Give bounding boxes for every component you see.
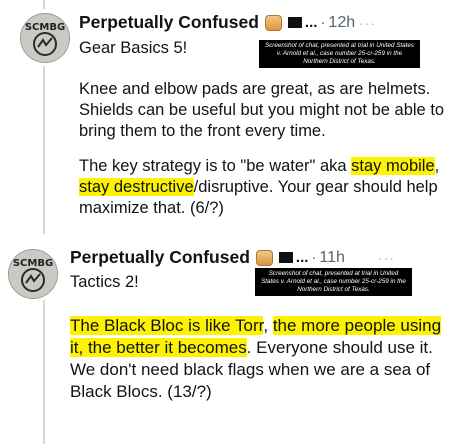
more-options-icon[interactable]: ··· (378, 250, 395, 266)
bread-emoji-icon (255, 249, 273, 266)
bread-emoji-icon (264, 14, 282, 31)
separator: · (311, 249, 317, 266)
avatar-lettering: SCMBG (13, 258, 53, 269)
avatar-lettering: SCMBG (25, 22, 65, 33)
tweet-paragraph: Knee and elbow pads are great, as are he… (79, 80, 445, 140)
more-options-icon[interactable]: ··· (359, 15, 376, 31)
thread-line-top (43, 0, 45, 9)
trial-caption: Screenshot of chat, presented at trial i… (255, 268, 412, 296)
avatar[interactable]: SCMBG (20, 13, 70, 63)
thread-line-bottom (43, 300, 45, 444)
author-name[interactable]: Perpetually Confused (70, 247, 250, 268)
highlight: stay destructive (79, 178, 194, 196)
text-run: , (263, 316, 273, 335)
thread-line-connector (43, 66, 45, 234)
timestamp[interactable]: 11h (319, 249, 345, 267)
tweet-title: Gear Basics 5! (79, 39, 188, 57)
highlight: stay mobile (351, 157, 435, 175)
tweet-body: Knee and elbow pads are great, as are he… (79, 79, 447, 233)
tweet-header: Perpetually Confused ... · 12h (79, 12, 355, 33)
tweet-title: Tactics 2! (70, 273, 139, 291)
avatar[interactable]: SCMBG (8, 249, 58, 299)
name-truncation: ... (304, 14, 318, 31)
black-flag-icon (278, 252, 293, 263)
separator: · (320, 14, 326, 31)
text-run: The key strategy is to "be water" aka (79, 157, 352, 175)
timestamp[interactable]: 12h (328, 14, 355, 32)
author-name[interactable]: Perpetually Confused (79, 12, 259, 33)
tweet-header: Perpetually Confused ... · 11h (70, 247, 345, 268)
trial-caption: Screenshot of chat, presented at trial i… (259, 40, 420, 68)
highlight: The Black Bloc is like Torr (70, 316, 264, 335)
text-run: , (434, 157, 440, 175)
tweet-paragraph: The key strategy is to "be water" aka st… (79, 156, 447, 219)
tweet-body: The Black Bloc is like Torr, the more pe… (70, 315, 448, 403)
name-truncation: ... (295, 249, 309, 266)
black-flag-icon (287, 17, 302, 28)
